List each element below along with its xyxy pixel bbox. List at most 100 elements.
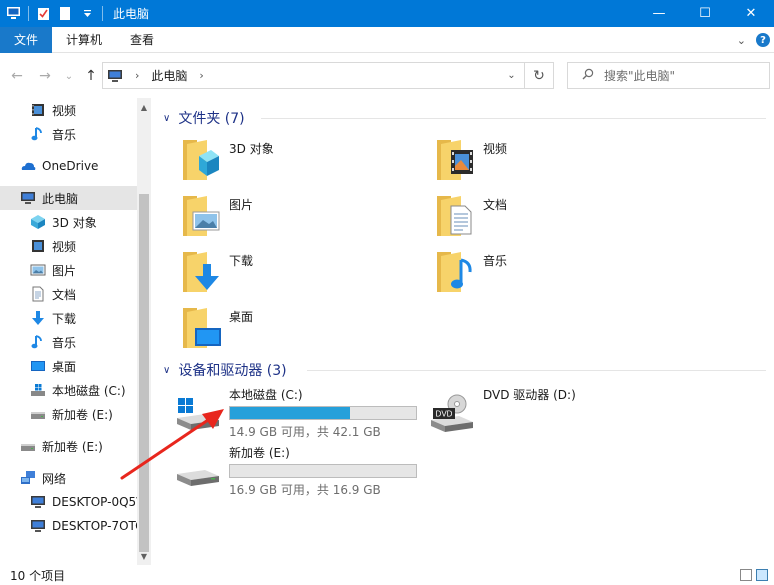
address-chevron[interactable]: › [129,69,145,82]
sidebar-item-3d-objects[interactable]: 3D 对象 [30,210,97,234]
address-bar[interactable]: › 此电脑 › ⌄ ↻ [102,62,554,89]
videos-folder-icon [435,136,475,184]
this-pc-icon [107,68,123,84]
address-dropdown-button[interactable]: ⌄ [499,63,525,88]
drive-usage-bar [229,406,417,420]
group-divider [261,118,766,119]
customize-toolbar-icon[interactable] [80,6,95,21]
sidebar-item-onedrive[interactable]: OneDrive [20,154,98,178]
tab-computer[interactable]: 计算机 [52,27,116,53]
desktop-folder-icon [181,304,221,352]
devices-group-header[interactable]: ∨ 设备和驱动器 (3) [163,360,287,380]
collapse-chevron-icon[interactable]: ∨ [163,365,170,376]
music-icon [30,126,46,142]
back-button[interactable]: ← [6,65,28,87]
folder-pictures[interactable]: 图片 [181,192,421,246]
sidebar-item-documents[interactable]: 文档 [30,282,76,306]
scrollbar-thumb[interactable] [139,194,149,552]
music-icon [30,334,46,350]
group-divider [307,370,766,371]
drive-local-disk-c[interactable]: 本地磁盘 (C:) 14.9 GB 可用，共 42.1 GB [175,386,425,440]
address-segment-this-pc[interactable]: 此电脑 [151,67,187,84]
status-bar: 10 个项目 [0,565,774,585]
sidebar-item-music-quick[interactable]: 音乐 [30,122,76,146]
drive-volume-e[interactable]: 新加卷 (E:) 16.9 GB 可用，共 16.9 GB [175,444,425,498]
sidebar-item-pictures[interactable]: 图片 [30,258,76,282]
sidebar-item-videos[interactable]: 视频 [30,234,76,258]
new-folder-icon[interactable] [58,6,73,21]
pictures-icon [30,262,46,278]
this-pc-icon [20,190,36,206]
sidebar-item-volume-e[interactable]: 新加卷 (E:) [30,402,113,426]
video-icon [30,102,46,118]
drive-usage-bar [229,464,417,478]
dvd-badge: DVD [436,410,453,419]
navigation-bar: ← → ⌄ ↑ › 此电脑 › ⌄ ↻ 搜索"此电脑" [0,54,774,98]
folder-music[interactable]: 音乐 [435,248,675,302]
3d-objects-folder-icon [181,136,221,184]
desktop-icon [30,358,46,374]
minimize-button[interactable]: — [636,0,682,27]
3d-objects-icon [30,214,46,230]
tiles-view-icon[interactable] [756,569,768,581]
sidebar-item-volume-e-root[interactable]: 新加卷 (E:) [20,434,103,458]
up-button[interactable]: ↑ [80,65,102,87]
search-box[interactable]: 搜索"此电脑" [567,62,770,89]
folder-desktop[interactable]: 桌面 [181,304,421,358]
music-folder-icon [435,248,475,296]
maximize-button[interactable]: ☐ [682,0,728,27]
recent-locations-button[interactable]: ⌄ [58,65,80,87]
sidebar-scrollbar[interactable]: ▲ ▼ [137,98,151,565]
sidebar-item-downloads[interactable]: 下载 [30,306,76,330]
forward-button[interactable]: → [34,65,56,87]
downloads-icon [30,310,46,326]
this-pc-icon[interactable] [6,6,21,21]
expand-ribbon-icon[interactable]: ⌄ [737,34,746,47]
folder-documents[interactable]: 文档 [435,192,675,246]
drive-icon [20,438,36,454]
search-input[interactable]: 搜索"此电脑" [604,67,675,84]
sidebar-item-network[interactable]: 网络 [20,466,66,490]
close-button[interactable]: ✕ [728,0,774,27]
folder-videos[interactable]: 视频 [435,136,675,190]
video-icon [30,238,46,254]
toolbar-separator [102,6,103,21]
sidebar-item-music[interactable]: 音乐 [30,330,76,354]
onedrive-icon [20,158,36,174]
refresh-button[interactable]: ↻ [525,63,553,88]
quick-access-toolbar [0,0,103,27]
sidebar-item-desktop[interactable]: 桌面 [30,354,76,378]
drive-icon [175,452,221,492]
scroll-down-arrow-icon[interactable]: ▼ [137,549,151,563]
folders-group-header[interactable]: ∨ 文件夹 (7) [163,108,245,128]
ribbon-tabs: 文件 计算机 查看 ⌄ ? [0,26,774,53]
sidebar-item-videos-quick[interactable]: 视频 [30,98,76,122]
tab-view[interactable]: 查看 [116,27,168,53]
drive-usage-fill [230,407,351,419]
collapse-chevron-icon[interactable]: ∨ [163,113,170,124]
folder-3d-objects[interactable]: 3D 对象 [181,136,421,190]
help-icon[interactable]: ? [756,33,770,47]
sidebar-item-this-pc[interactable]: 此电脑 [0,186,137,210]
dvd-drive-icon: DVD [429,394,475,434]
address-chevron[interactable]: › [193,69,209,82]
navigation-pane: 视频 音乐 OneDrive 此电脑 3D 对象 视频 图片 文档 下载 音乐 … [0,98,151,565]
search-icon [582,68,594,83]
sidebar-item-desktop-0q5v[interactable]: DESKTOP-0Q5V [30,490,144,514]
computer-icon [30,518,46,534]
content-pane: ∨ 文件夹 (7) 3D 对象 视频 图片 文档 下载 音乐 桌面 ∨ 设备和驱… [151,98,774,565]
computer-icon [30,494,46,510]
downloads-folder-icon [181,248,221,296]
drive-dvd-d[interactable]: DVD DVD 驱动器 (D:) [429,386,679,440]
scroll-up-arrow-icon[interactable]: ▲ [137,100,151,114]
sidebar-item-local-disk-c[interactable]: 本地磁盘 (C:) [30,378,126,402]
folder-downloads[interactable]: 下载 [181,248,421,302]
documents-folder-icon [435,192,475,240]
pictures-folder-icon [181,192,221,240]
documents-icon [30,286,46,302]
title-bar: 此电脑 — ☐ ✕ [0,0,774,27]
tab-file[interactable]: 文件 [0,26,52,53]
properties-icon[interactable] [36,6,51,21]
details-view-icon[interactable] [740,569,752,581]
sidebar-item-desktop-7otc[interactable]: DESKTOP-7OTC [30,514,144,538]
